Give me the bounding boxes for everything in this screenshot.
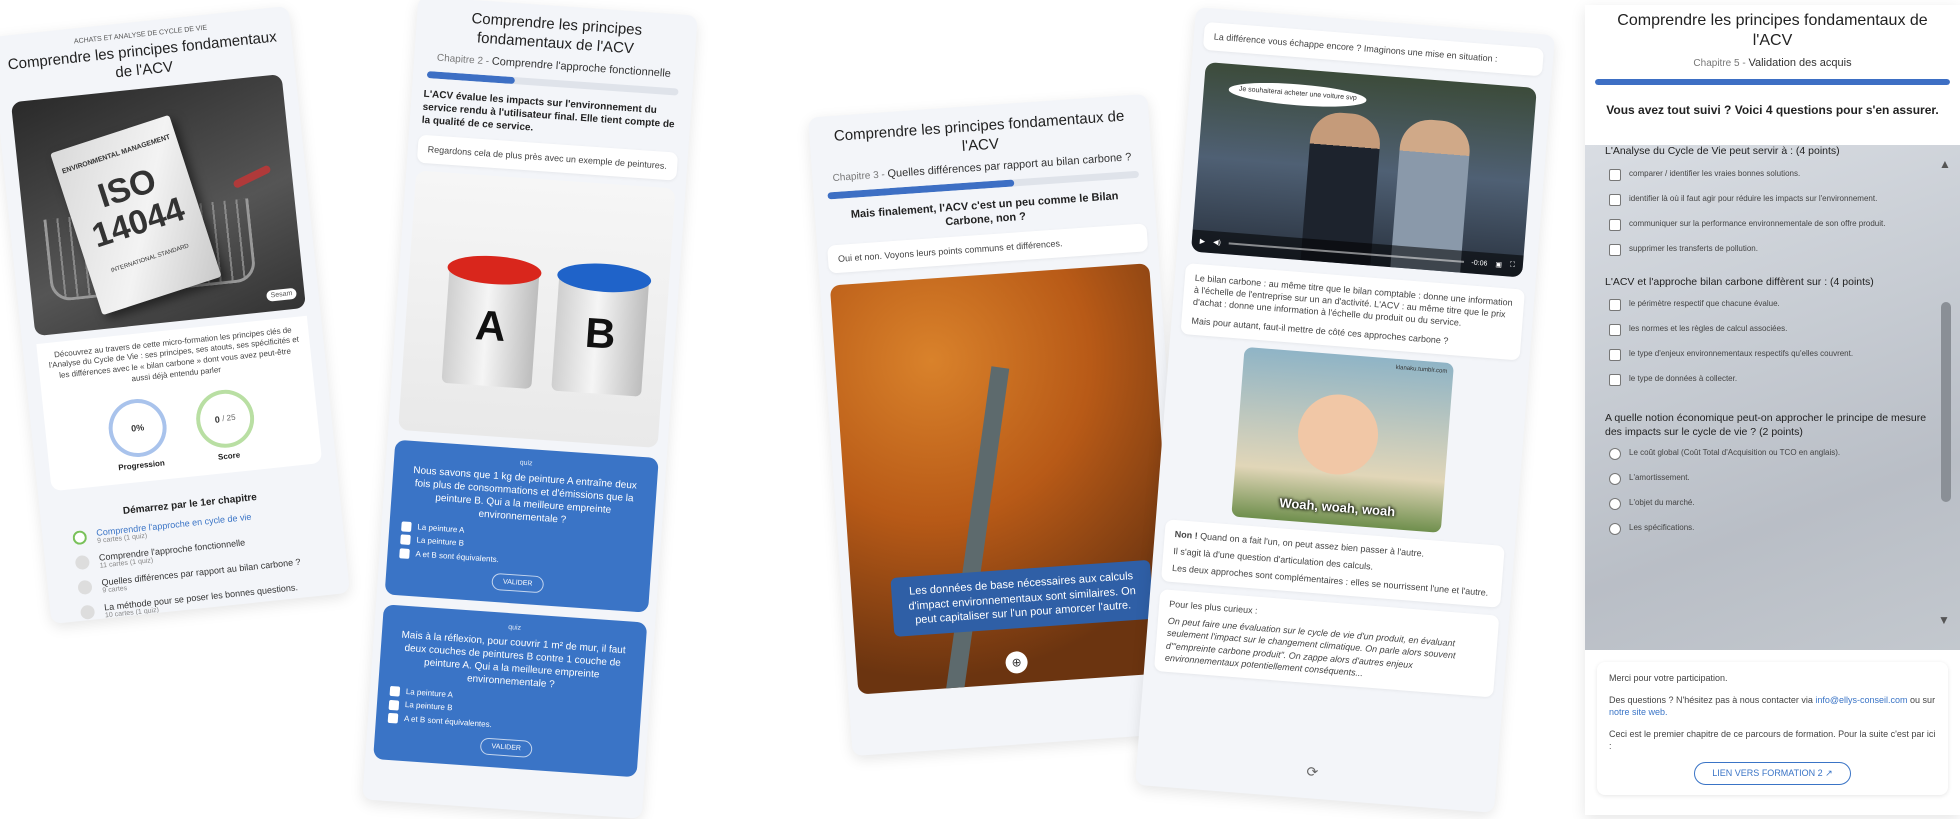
curious-card: Pour les plus curieux : On peut faire un… (1153, 589, 1500, 698)
fullscreen-icon[interactable]: ⛶ (1510, 262, 1515, 270)
chapter-status-dot (79, 604, 96, 620)
next-course-button[interactable]: LIEN VERS FORMATION 2 ↗ (1694, 761, 1851, 785)
progress-ring: 0% (105, 395, 170, 460)
checkbox-option[interactable]: communiquer sur la performance environne… (1609, 218, 1932, 231)
radio[interactable] (1609, 497, 1621, 510)
image-caption: Les données de base nécessaires aux calc… (890, 560, 1154, 638)
page-title: Comprendre les principes fondamentaux de… (1617, 12, 1928, 49)
score-label: Score (217, 450, 241, 462)
question-1: L'Analyse du Cycle de Vie peut servir à … (1605, 145, 1840, 157)
zoom-icon[interactable]: ⊕ (1004, 650, 1029, 675)
checkbox[interactable] (1609, 324, 1621, 337)
checkbox-option[interactable]: les normes et les règles de calcul assoc… (1609, 324, 1932, 337)
radio[interactable] (1609, 522, 1621, 535)
checkbox[interactable] (1609, 193, 1621, 206)
course-description: Découvrez au travers de cette micro-form… (48, 324, 300, 384)
refresh-icon[interactable]: ⟳ (1306, 763, 1319, 781)
checkbox[interactable] (1609, 374, 1621, 387)
checkbox[interactable] (401, 521, 412, 532)
radio-option[interactable]: Le coût global (Coût Total d'Acquisition… (1609, 447, 1932, 460)
checkbox-option[interactable]: le périmètre respectif que chacune évalu… (1609, 299, 1932, 312)
paint-can-a: A (441, 252, 543, 389)
quiz-headline: Vous avez tout suivi ? Voici 4 questions… (1606, 103, 1939, 117)
checkbox-option[interactable]: supprimer les transferts de pollution. (1609, 243, 1932, 256)
radio-option[interactable]: L'objet du marché. (1609, 497, 1932, 510)
thanks-text: Merci pour votre participation. (1609, 673, 1728, 683)
quiz-card-2: quiz Mais à la réflexion, pour couvrir 1… (373, 604, 648, 778)
score-ring: 0 / 25 (193, 386, 257, 451)
contact-email-link[interactable]: info@ellys-conseil.com (1815, 695, 1907, 705)
footer-card: Merci pour votre participation. Des ques… (1597, 662, 1948, 795)
video-time: -0:06 (1471, 259, 1488, 268)
meme-caption: Woah, woah, woah (1278, 494, 1396, 519)
question-3: A quelle notion économique peut-on appro… (1605, 412, 1927, 438)
quiz-question: Nous savons que 1 kg de peinture A entra… (412, 464, 638, 526)
contact-text: Des questions ? N'hésitez pas à nous con… (1609, 694, 1936, 718)
course-cover-image: ENVIRONMENTAL MANAGEMENT ISO 14044 INTER… (10, 73, 306, 336)
radio[interactable] (1609, 447, 1621, 460)
progress-label: Progression (117, 458, 166, 472)
play-icon[interactable]: ▶ (1199, 237, 1205, 245)
scroll-thumb[interactable] (1941, 302, 1951, 502)
chapter-5-panel: Comprendre les principes fondamentaux de… (1585, 5, 1960, 815)
paint-cans-image: A B (398, 170, 676, 448)
forest-aerial-image: Les données de base nécessaires aux calc… (829, 263, 1178, 695)
chapter-3-panel: Comprendre les principes fondamentaux de… (808, 93, 1192, 757)
checkbox[interactable] (399, 547, 410, 559)
speech-bubble: Je souhaiterai acheter une voiture svp (1228, 79, 1368, 111)
scroll-up-icon[interactable]: ▲ (1938, 157, 1952, 171)
checkbox[interactable] (400, 534, 411, 546)
quiz-question: Mais à la réflexion, pour couvrir 1 m² d… (401, 629, 626, 691)
chapter-3-continued-panel: La différence vous échappe encore ? Imag… (1134, 7, 1556, 813)
explanation-card: Le bilan carbone : au même titre que le … (1180, 263, 1525, 361)
next-chapter-text: Ceci est le premier chapitre de ce parco… (1609, 728, 1936, 752)
checkbox[interactable] (1609, 299, 1621, 312)
chapter-progress-bar (1595, 79, 1950, 85)
radio-option[interactable]: L'amortissement. (1609, 472, 1932, 485)
checkbox-option[interactable]: identifier là où il faut agir pour rédui… (1609, 193, 1932, 206)
course-overview-panel: ACHATS ET ANALYSE DE CYCLE DE VIE Compre… (0, 5, 351, 625)
pip-icon[interactable]: ▣ (1495, 261, 1502, 268)
radio[interactable] (1609, 472, 1621, 485)
checkbox[interactable] (389, 686, 401, 697)
paint-can-b: B (551, 260, 653, 397)
checkbox-option[interactable]: le type de données à collecter. (1609, 374, 1932, 387)
website-link[interactable]: notre site web. (1609, 707, 1668, 717)
final-quiz: L'Analyse du Cycle de Vie peut servir à … (1597, 145, 1932, 645)
checkbox[interactable] (388, 699, 400, 711)
validate-button[interactable]: VALIDER (479, 737, 533, 759)
checkbox[interactable] (1609, 349, 1621, 362)
radio-option[interactable]: Les spécifications. (1609, 522, 1932, 535)
scroll-down-icon[interactable]: ▼ (1938, 613, 1950, 627)
question-2: L'ACV et l'approche bilan carbone diffèr… (1605, 275, 1874, 288)
quiz-card-1: quiz Nous savons que 1 kg de peinture A … (384, 439, 659, 613)
chapter-status-dot (72, 529, 88, 546)
checkbox[interactable] (387, 712, 399, 724)
volume-icon[interactable]: ◀) (1213, 238, 1221, 247)
image-watermark: Sesam (266, 287, 297, 302)
chapter-status-dot (74, 554, 91, 570)
quiz-scrollbar[interactable]: ▲ ▼ (1938, 157, 1952, 627)
chapter-label: Chapitre 5 - Validation des acquis (1693, 57, 1852, 69)
video-player[interactable]: Je souhaiterai acheter une voiture svp ▶… (1190, 62, 1537, 278)
checkbox-option[interactable]: le type d'enjeux environnementaux respec… (1609, 349, 1932, 362)
checkbox[interactable] (1609, 218, 1621, 231)
meme-image: klanaku.tumblr.com Woah, woah, woah (1231, 346, 1455, 533)
chapter-name: Validation des acquis (106, 618, 191, 624)
checkbox-option[interactable]: comparer / identifier les vraies bonnes … (1609, 168, 1932, 181)
checkbox[interactable] (1609, 243, 1621, 256)
chapter-status-dot (77, 579, 93, 595)
validate-button[interactable]: VALIDER (491, 572, 545, 594)
checkbox[interactable] (1609, 168, 1621, 181)
chapter-2-panel: Comprendre les principes fondamentaux de… (362, 0, 698, 819)
